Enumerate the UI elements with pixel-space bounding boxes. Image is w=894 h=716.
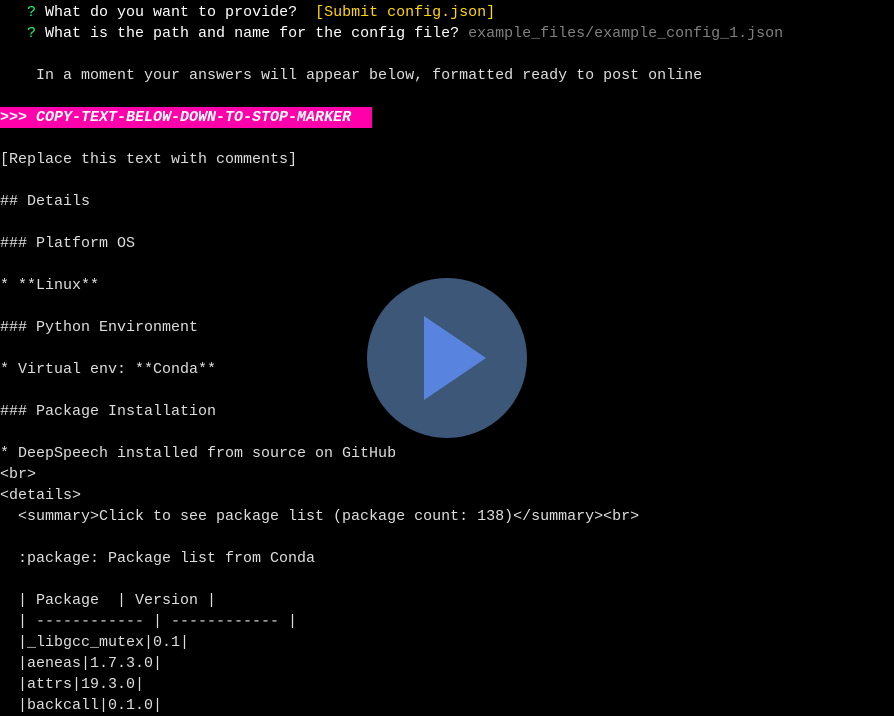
prompt-answer-2: example_files/example_config_1.json <box>468 25 783 42</box>
prompt-text-1: What do you want to provide? <box>36 4 315 21</box>
question-mark-icon: ? <box>27 25 36 42</box>
blank-line <box>0 527 894 548</box>
question-mark-icon: ? <box>27 4 36 21</box>
table-row: |aeneas|1.7.3.0| <box>0 653 894 674</box>
marker-prefix: >>> <box>0 109 36 126</box>
prompt-answer-1: [Submit config.json] <box>315 4 495 21</box>
play-button[interactable] <box>367 278 527 438</box>
blank-line <box>0 128 894 149</box>
prompt-line-2: ? What is the path and name for the conf… <box>0 23 894 44</box>
heading-platform-os: ### Platform OS <box>0 233 894 254</box>
body-line: * DeepSpeech installed from source on Gi… <box>0 443 894 464</box>
blank-line <box>0 254 894 275</box>
prompt-text-2: What is the path and name for the config… <box>36 25 468 42</box>
notice-line: In a moment your answers will appear bel… <box>0 65 894 86</box>
blank-line <box>0 44 894 65</box>
table-row: |backcall|0.1.0| <box>0 695 894 716</box>
copy-marker-line: >>> COPY-TEXT-BELOW-DOWN-TO-STOP-MARKER <box>0 107 894 128</box>
body-line: :package: Package list from Conda <box>0 548 894 569</box>
heading-details: ## Details <box>0 191 894 212</box>
blank-line <box>0 86 894 107</box>
table-header-row: | Package | Version | <box>0 590 894 611</box>
blank-line <box>0 170 894 191</box>
blank-line <box>0 212 894 233</box>
table-row: |attrs|19.3.0| <box>0 674 894 695</box>
prompt-line-1: ? What do you want to provide? [Submit c… <box>0 2 894 23</box>
body-line: <details> <box>0 485 894 506</box>
table-row: |_libgcc_mutex|0.1| <box>0 632 894 653</box>
body-line: [Replace this text with comments] <box>0 149 894 170</box>
play-icon <box>424 316 486 400</box>
play-circle <box>367 278 527 438</box>
body-line: <br> <box>0 464 894 485</box>
table-divider-row: | ------------ | ------------ | <box>0 611 894 632</box>
blank-line <box>0 569 894 590</box>
body-line: <summary>Click to see package list (pack… <box>0 506 894 527</box>
marker-text: COPY-TEXT-BELOW-DOWN-TO-STOP-MARKER <box>36 109 360 126</box>
